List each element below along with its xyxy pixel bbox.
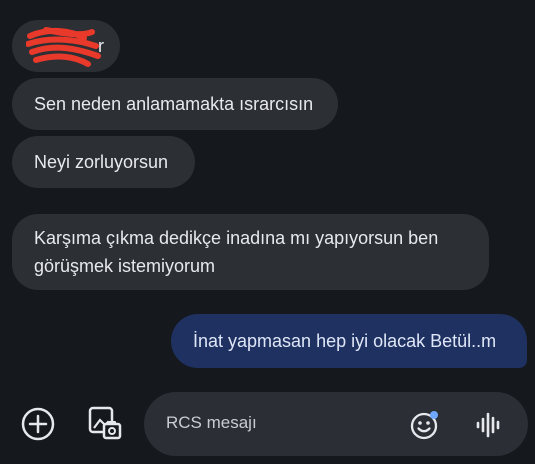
received-message-4[interactable]: Karşıma çıkma dedikçe inadına mı yapıyor… xyxy=(12,214,489,290)
composer-bar: RCS mesajı xyxy=(0,386,535,464)
received-message-3[interactable]: Neyi zorluyorsun xyxy=(12,136,195,188)
received-message-1[interactable]: r xyxy=(12,20,120,72)
redaction-scribble xyxy=(26,27,101,67)
message-input[interactable]: RCS mesajı xyxy=(144,392,528,456)
message-input-placeholder: RCS mesajı xyxy=(166,413,257,432)
message-text: Neyi zorluyorsun xyxy=(34,152,169,172)
emoji-icon[interactable] xyxy=(410,410,440,440)
message-text-line-2: görüşmek istemiyorum xyxy=(34,256,216,276)
message-text: r xyxy=(98,36,104,56)
message-text: Sen neden anlamamakta ısrarcısın xyxy=(34,94,314,114)
message-text: İnat yapmasan hep iyi olacak Betül..m xyxy=(193,330,497,351)
message-text-line-1: Karşıma çıkma dedikçe inadına mı yapıyor… xyxy=(34,228,439,248)
received-message-2[interactable]: Sen neden anlamamakta ısrarcısın xyxy=(12,78,338,130)
gallery-icon[interactable] xyxy=(86,404,124,442)
add-circle-icon[interactable] xyxy=(20,406,56,442)
voice-icon[interactable] xyxy=(474,410,504,440)
sent-message[interactable]: İnat yapmasan hep iyi olacak Betül..m xyxy=(171,314,527,368)
